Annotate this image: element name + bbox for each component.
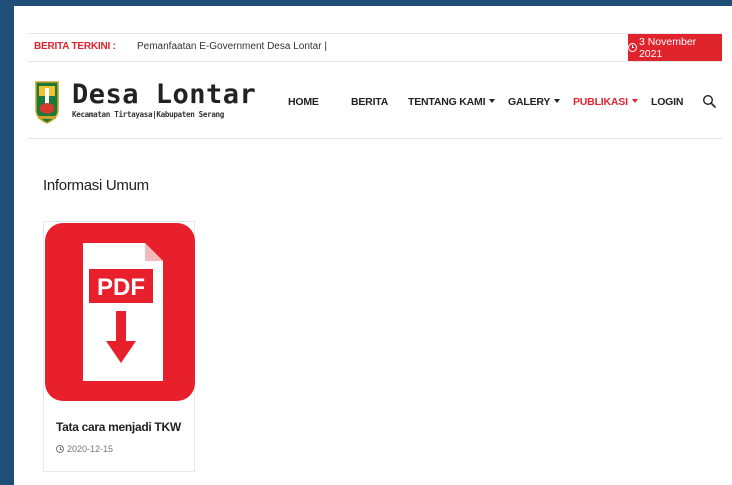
ticker-date: 3 November 2021	[638, 35, 697, 60]
card-title[interactable]: Tata cara menjadi TKW	[56, 420, 181, 434]
site-header: Desa Lontar Kecamatan Tirtayasa|Kabupate…	[28, 66, 722, 139]
search-icon[interactable]	[702, 94, 716, 108]
chevron-down-icon	[489, 99, 496, 103]
window-frame-left	[0, 0, 14, 485]
nav-tentang-kami[interactable]: TENTANG KAMI	[408, 96, 496, 108]
nav-publikasi-label: PUBLIKASI	[573, 96, 628, 108]
card-date-value: 2020-12-15	[67, 444, 114, 454]
nav-galery-label: GALERY	[508, 96, 551, 108]
nav-login[interactable]: LOGIN	[651, 96, 683, 108]
nav-berita[interactable]: BERITA	[351, 96, 388, 108]
nav-tentang-kami-label: TENTANG KAMI	[408, 96, 486, 108]
chevron-down-icon	[631, 99, 638, 103]
news-ticker: BERITA TERKINI : Pemanfaatan E-Governmen…	[28, 33, 722, 62]
pdf-badge-label: PDF	[97, 274, 145, 301]
site-subtitle: Kecamatan Tirtayasa|Kabupaten Serang	[72, 110, 224, 119]
ticker-date-badge: 3 November 2021	[628, 34, 722, 61]
nav-galery[interactable]: GALERY	[508, 96, 561, 108]
section-title: Informasi Umum	[43, 177, 149, 194]
regency-emblem-icon[interactable]	[34, 80, 60, 124]
card-date: 2020-12-15	[56, 444, 113, 454]
chevron-down-icon	[554, 99, 561, 103]
ticker-label: BERITA TERKINI :	[34, 41, 116, 52]
pdf-file-icon[interactable]: PDF	[45, 223, 195, 401]
document-card[interactable]: PDF Tata cara menjadi TKW 2020-12-15	[43, 221, 195, 472]
site-name[interactable]: Desa Lontar	[72, 80, 256, 110]
clock-icon	[628, 43, 637, 52]
clock-icon	[56, 445, 64, 453]
window-frame-top	[0, 0, 732, 6]
nav-publikasi[interactable]: PUBLIKASI	[573, 96, 638, 108]
ticker-headline-link[interactable]: Pemanfaatan E-Government Desa Lontar |	[137, 41, 327, 52]
nav-home[interactable]: HOME	[288, 96, 319, 108]
